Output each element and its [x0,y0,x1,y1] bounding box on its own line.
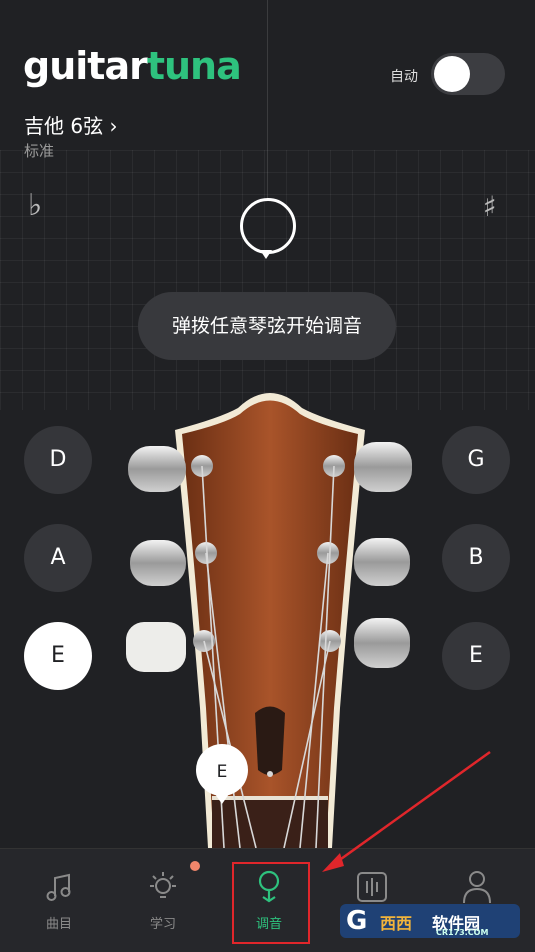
lightbulb-icon [150,872,176,898]
string-button-g[interactable]: G [442,426,510,494]
auto-mode-toggle[interactable] [431,53,505,95]
tab-learn-label: 学习 [149,917,176,932]
string-button-b[interactable]: B [442,524,510,592]
tab-learn[interactable]: 学习 [123,867,203,932]
watermark-domain: CR173.COM [436,928,489,937]
string-button-a[interactable]: A [24,524,92,592]
watermark-logo: G 西西 软件园 CR173.COM [340,904,520,938]
equalizer-icon [357,872,387,902]
string-button-high-e[interactable]: E [442,622,510,690]
auto-mode-label: 自动 [390,69,418,85]
tuning-needle-pointer [260,250,272,259]
learn-notification-dot [190,861,200,871]
app-logo: guitartuna [23,44,242,88]
tab-songs[interactable]: 曲目 [19,867,99,932]
annotation-highlight-box [232,862,310,944]
tuning-needle-indicator [240,198,296,254]
flat-icon: ♭ [28,188,43,223]
music-note-icon [46,873,71,901]
instrument-selector[interactable]: 吉他 6弦 › [24,110,117,139]
tuning-label: 标准 [24,142,55,160]
sharp-icon: ♯ [483,190,497,223]
instrument-label: 吉他 6弦 [24,114,104,138]
toggle-knob [434,56,470,92]
watermark-brand: 西西 [380,914,413,933]
tuner-center-line [267,0,268,200]
tab-songs-label: 曲目 [45,917,72,932]
profile-icon [463,871,491,904]
current-string-label: E [217,762,228,782]
watermark-mark: G [346,906,368,936]
string-button-low-e[interactable]: E [24,622,92,690]
pluck-string-hint: 弹拨任意琴弦开始调音 [138,292,396,360]
chevron-right-icon: › [109,114,118,138]
string-button-d[interactable]: D [24,426,92,494]
guitar-headstock-image: E [126,393,412,848]
